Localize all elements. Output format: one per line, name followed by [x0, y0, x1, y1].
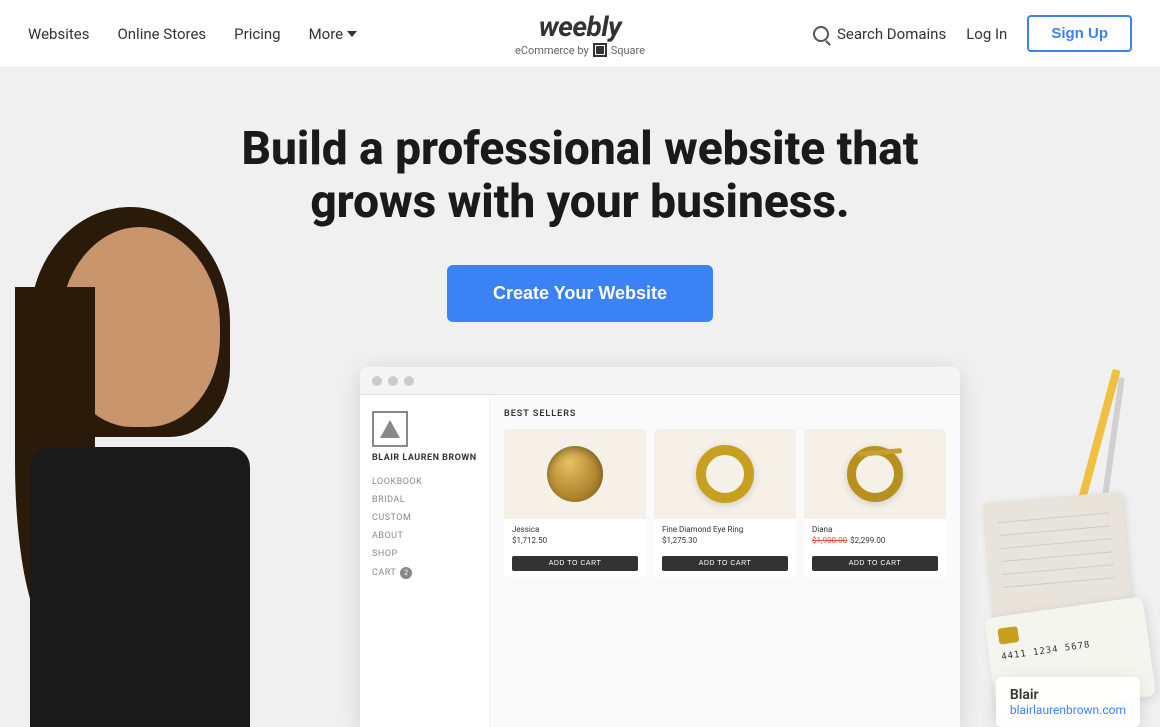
nav-pricing[interactable]: Pricing	[234, 25, 280, 43]
woman-figure	[0, 207, 280, 727]
sidebar-nav-cart[interactable]: CART 2	[372, 567, 477, 579]
sidebar-logo	[372, 411, 408, 447]
profile-url: blairlaurenbrown.com	[1010, 703, 1126, 717]
logo-subtitle: eCommerce by Square	[515, 43, 645, 57]
product-image-3	[804, 429, 946, 519]
search-domains-link[interactable]: Search Domains	[813, 25, 946, 43]
sidebar-nav-bridal[interactable]: BRIDAL	[372, 495, 477, 505]
sidebar-logo-icon	[380, 420, 400, 438]
mockup-toolbar	[360, 367, 960, 395]
sidebar-nav-shop[interactable]: SHOP	[372, 549, 477, 559]
logo-brand: weebly	[515, 10, 645, 43]
product-image-1	[504, 429, 646, 519]
product-name-1: Jessica	[512, 525, 638, 534]
create-website-button[interactable]: Create Your Website	[447, 265, 713, 322]
add-to-cart-2[interactable]: ADD TO CART	[662, 556, 788, 571]
mockup-sidebar: BLAIR LAUREN BROWN LOOKBOOK BRIDAL CUSTO…	[360, 395, 490, 727]
nav-online-stores[interactable]: Online Stores	[117, 25, 206, 43]
mockup-main: BEST SELLERS Jessica $1,712.50 ADD TO CA…	[490, 395, 960, 727]
hero-title: Build a professional website that grows …	[190, 123, 970, 229]
product-card-1: Jessica $1,712.50 ADD TO CART	[504, 429, 646, 577]
product-name-3: Diana	[812, 525, 938, 534]
square-icon	[593, 43, 607, 57]
notebook-line-4	[1001, 551, 1113, 562]
sidebar-nav-about[interactable]: ABOUT	[372, 531, 477, 541]
notebook-line-3	[1000, 538, 1112, 549]
product-price-1: $1,712.50	[512, 536, 638, 545]
desk-items: 4411 1234 5678	[940, 227, 1160, 727]
nav-right: Search Domains Log In Sign Up	[813, 15, 1132, 52]
product-info-3: Diana $1,900.00$2,299.00 ADD TO CART	[804, 519, 946, 577]
notebook-line-2	[999, 525, 1111, 536]
hero-section: Build a professional website that grows …	[0, 68, 1160, 727]
product-info-2: Fine Diamond Eye Ring $1,275.30 ADD TO C…	[654, 519, 796, 577]
mockup-body: BLAIR LAUREN BROWN LOOKBOOK BRIDAL CUSTO…	[360, 395, 960, 727]
toolbar-dot-1	[372, 376, 382, 386]
signup-button[interactable]: Sign Up	[1027, 15, 1132, 52]
nav-more[interactable]: More	[309, 25, 358, 43]
login-link[interactable]: Log In	[966, 25, 1007, 43]
card-chip	[997, 626, 1019, 645]
product-price-3: $1,900.00$2,299.00	[812, 536, 938, 545]
nav-logo: weebly eCommerce by Square	[515, 10, 645, 57]
chevron-down-icon	[347, 31, 357, 37]
ring-image-2	[696, 445, 754, 503]
cart-badge: 2	[400, 567, 412, 579]
best-sellers-title: BEST SELLERS	[504, 409, 946, 419]
woman-body	[30, 447, 250, 727]
toolbar-dot-2	[388, 376, 398, 386]
sidebar-brand: BLAIR LAUREN BROWN	[372, 453, 477, 463]
website-mockup: BLAIR LAUREN BROWN LOOKBOOK BRIDAL CUSTO…	[360, 367, 960, 727]
products-grid: Jessica $1,712.50 ADD TO CART Fine Diamo…	[504, 429, 946, 577]
notebook-line-5	[1002, 564, 1114, 575]
nav-websites[interactable]: Websites	[28, 25, 89, 43]
product-image-2	[654, 429, 796, 519]
notebook-line-1	[998, 512, 1110, 523]
add-to-cart-3[interactable]: ADD TO CART	[812, 556, 938, 571]
add-to-cart-1[interactable]: ADD TO CART	[512, 556, 638, 571]
navbar: Websites Online Stores Pricing More weeb…	[0, 0, 1160, 68]
product-info-1: Jessica $1,712.50 ADD TO CART	[504, 519, 646, 577]
toolbar-dot-3	[404, 376, 414, 386]
profile-name: Blair	[1010, 687, 1126, 703]
product-card-2: Fine Diamond Eye Ring $1,275.30 ADD TO C…	[654, 429, 796, 577]
ring-image-3	[847, 446, 903, 502]
product-card-3: Diana $1,900.00$2,299.00 ADD TO CART	[804, 429, 946, 577]
sidebar-nav-lookbook[interactable]: LOOKBOOK	[372, 477, 477, 487]
product-price-2: $1,275.30	[662, 536, 788, 545]
profile-card: Blair blairlaurenbrown.com	[996, 677, 1140, 727]
ring-image-1	[547, 446, 603, 502]
search-icon	[813, 26, 829, 42]
product-name-2: Fine Diamond Eye Ring	[662, 525, 788, 534]
notebook-line-6	[1003, 577, 1115, 588]
nav-left: Websites Online Stores Pricing More	[28, 25, 357, 43]
sidebar-nav-custom[interactable]: CUSTOM	[372, 513, 477, 523]
